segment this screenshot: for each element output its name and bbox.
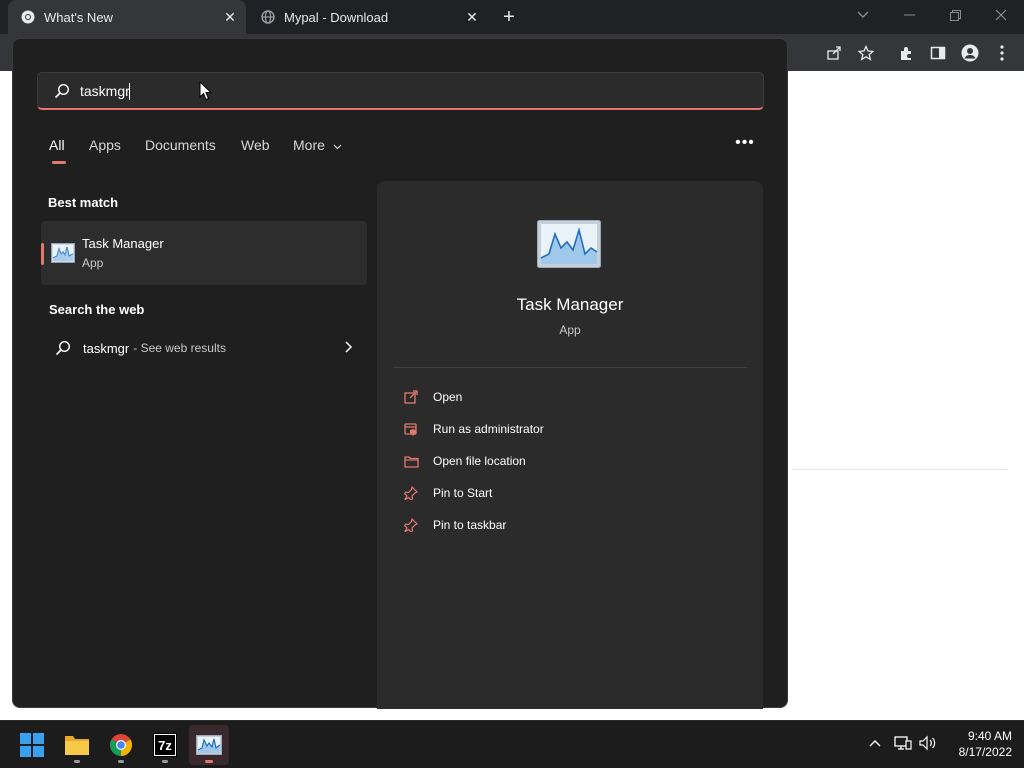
open-icon: [403, 389, 419, 405]
share-icon[interactable]: [823, 42, 845, 64]
windows-logo-icon: [20, 733, 44, 757]
filter-web[interactable]: Web: [241, 137, 270, 153]
minimize-button[interactable]: [886, 0, 932, 30]
7-zip-icon: 7z: [153, 733, 177, 757]
system-clock[interactable]: 9:40 AM 8/17/2022: [944, 728, 1012, 760]
taskbar-chrome[interactable]: [101, 725, 141, 765]
chevron-down-icon: [333, 144, 342, 150]
tab-whats-new[interactable]: What's New ✕: [8, 0, 246, 34]
pin-icon: [403, 485, 419, 501]
running-indicator: [205, 760, 213, 763]
result-type: App: [82, 256, 104, 270]
chrome-icon: [110, 734, 132, 756]
action-pin-to-taskbar[interactable]: Pin to taskbar: [403, 513, 506, 537]
start-search-panel: All Apps Documents Web More ••• Best mat…: [12, 38, 788, 709]
active-filter-indicator: [52, 161, 66, 164]
browser-tab-strip: What's New ✕ Mypal - Download ✕ +: [0, 0, 1024, 34]
extensions-icon[interactable]: [895, 42, 917, 64]
filter-documents[interactable]: Documents: [145, 137, 216, 153]
action-open[interactable]: Open: [403, 385, 462, 409]
globe-icon: [260, 9, 276, 25]
more-options-icon[interactable]: •••: [735, 133, 755, 153]
search-icon: [55, 340, 71, 356]
taskbar-7zip[interactable]: 7z: [145, 725, 185, 765]
search-box[interactable]: [37, 72, 764, 110]
folder-icon: [403, 453, 419, 469]
running-indicator: [162, 760, 168, 763]
tab-search-chevron-icon[interactable]: [840, 0, 886, 30]
best-match-heading: Best match: [48, 195, 119, 210]
tab-title: What's New: [44, 9, 113, 25]
svg-text:7z: 7z: [158, 738, 172, 753]
action-label: Open file location: [433, 454, 526, 468]
chevron-right-icon: [345, 341, 353, 353]
preview-app-type: App: [559, 323, 581, 337]
task-manager-large-icon: [537, 220, 601, 268]
text-caret: [129, 83, 130, 100]
filter-more-label: More: [293, 137, 325, 153]
folder-icon: [65, 736, 89, 755]
best-match-result[interactable]: Task Manager App: [41, 221, 367, 285]
filter-all[interactable]: All: [49, 137, 65, 153]
preview-app-name: Task Manager: [516, 295, 624, 314]
clock-time: 9:40 AM: [967, 729, 1012, 743]
selection-accent: [41, 243, 44, 265]
action-label: Open: [433, 390, 463, 404]
chrome-icon: [20, 9, 36, 25]
running-indicator: [74, 760, 80, 763]
action-label: Pin to Start: [433, 486, 493, 500]
action-label: Run as administrator: [433, 422, 544, 436]
filter-more[interactable]: More: [293, 137, 342, 153]
task-manager-icon: [196, 735, 222, 755]
tab-mypal-download[interactable]: Mypal - Download ✕: [248, 0, 488, 34]
taskbar-task-manager[interactable]: [189, 725, 229, 765]
mouse-cursor-icon: [199, 81, 212, 101]
web-query: taskmgr: [83, 340, 130, 356]
side-panel-icon[interactable]: [927, 42, 949, 64]
shield-icon: [403, 421, 419, 437]
tab-title: Mypal - Download: [284, 9, 389, 25]
menu-kebab-icon[interactable]: [991, 42, 1013, 64]
taskbar-file-explorer[interactable]: [57, 725, 97, 765]
page-divider: [792, 469, 1007, 470]
search-input[interactable]: [80, 82, 680, 99]
search-web-heading: Search the web: [49, 302, 145, 317]
action-run-as-administrator[interactable]: Run as administrator: [403, 417, 544, 441]
action-pin-to-start[interactable]: Pin to Start: [403, 481, 492, 505]
volume-icon[interactable]: [919, 734, 937, 752]
task-manager-icon: [51, 243, 75, 263]
action-open-file-location[interactable]: Open file location: [403, 449, 526, 473]
bookmark-star-icon[interactable]: [855, 42, 877, 64]
preview-divider: [393, 367, 747, 368]
action-label: Pin to taskbar: [433, 518, 507, 532]
running-indicator: [118, 760, 124, 763]
profile-icon[interactable]: [959, 42, 981, 64]
search-icon: [54, 83, 70, 98]
pin-icon: [403, 517, 419, 533]
new-tab-button[interactable]: +: [498, 6, 520, 28]
web-search-result[interactable]: taskmgr - See web results: [41, 331, 367, 365]
close-window-button[interactable]: [978, 0, 1024, 30]
result-preview-pane: Task Manager App Open Run as administrat…: [377, 181, 763, 709]
restore-button[interactable]: [932, 0, 978, 30]
close-tab-icon[interactable]: ✕: [220, 7, 240, 27]
show-hidden-icons-chevron-icon[interactable]: [866, 734, 884, 752]
clock-date: 8/17/2022: [958, 745, 1012, 759]
close-tab-icon[interactable]: ✕: [462, 7, 482, 27]
network-icon[interactable]: [894, 734, 912, 752]
start-button[interactable]: [12, 725, 52, 765]
web-results-suffix: - See web results: [133, 341, 226, 355]
result-name: Task Manager: [82, 236, 164, 251]
filter-apps[interactable]: Apps: [89, 137, 121, 153]
